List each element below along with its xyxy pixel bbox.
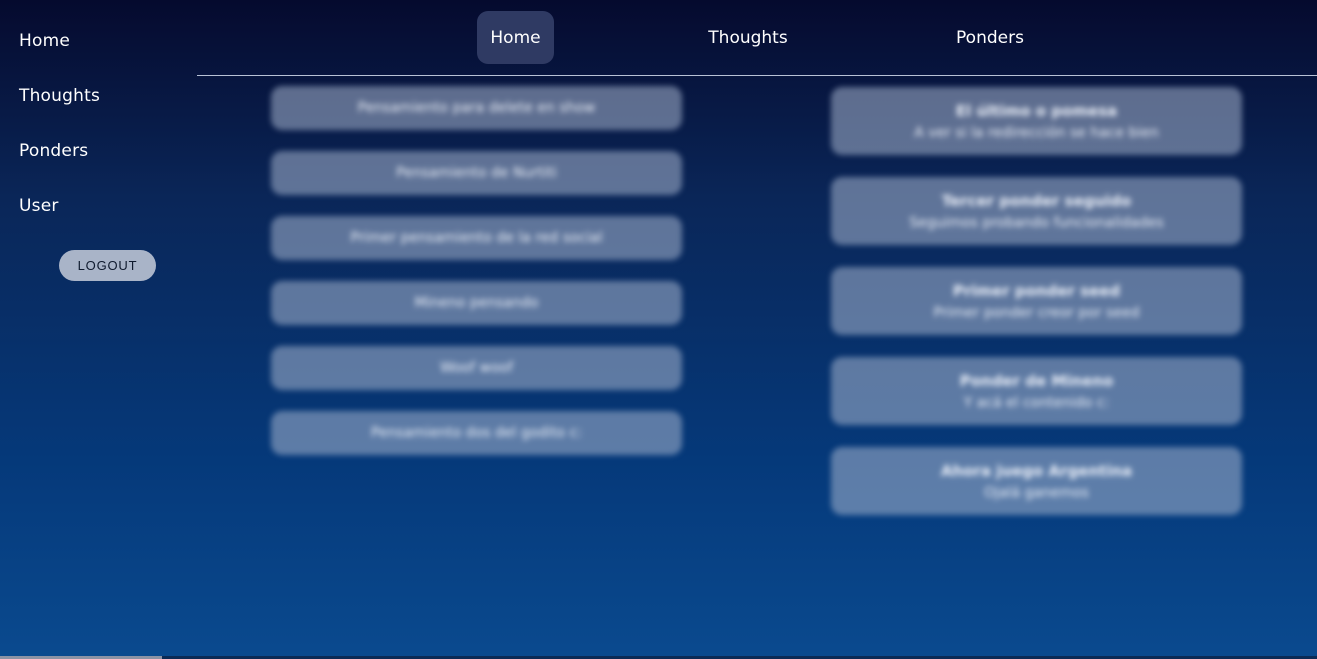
thought-text: Pensamiento para delete en show bbox=[357, 100, 596, 116]
thought-text: Pensamiento dos del godito c: bbox=[370, 425, 582, 441]
ponder-card[interactable]: Primer ponder seed Primer ponder creor p… bbox=[831, 267, 1242, 335]
ponder-card[interactable]: Ponder de Mineno Y acá el contenido c: bbox=[831, 357, 1242, 425]
ponder-title: Ponder de Mineno bbox=[959, 371, 1114, 390]
content-area: Pensamiento para delete en show Pensamie… bbox=[0, 0, 1317, 659]
thought-text: Primer pensamiento de la red social bbox=[350, 230, 603, 246]
thought-text: Pensamiento de Nurtiti bbox=[396, 165, 557, 181]
thought-text: Mineno pensando bbox=[414, 295, 539, 311]
thought-card[interactable]: Mineno pensando bbox=[271, 281, 682, 325]
thought-card[interactable]: Pensamiento para delete en show bbox=[271, 86, 682, 130]
thought-text: Woof woof bbox=[439, 360, 514, 376]
thought-card[interactable]: Woof woof bbox=[271, 346, 682, 390]
thought-card[interactable]: Pensamiento de Nurtiti bbox=[271, 151, 682, 195]
ponder-content: Y acá el contenido c: bbox=[963, 394, 1110, 411]
thought-card[interactable]: Primer pensamiento de la red social bbox=[271, 216, 682, 260]
ponder-card[interactable]: Tercer ponder seguido Seguimos probando … bbox=[831, 177, 1242, 245]
ponder-title: Ahora juego Argentina bbox=[940, 461, 1133, 480]
ponder-card[interactable]: Ahora juego Argentina Ojalá ganemos bbox=[831, 447, 1242, 515]
ponder-title: Tercer ponder seguido bbox=[941, 191, 1132, 210]
ponder-content: Seguimos probando funcionalidades bbox=[909, 214, 1164, 231]
ponder-title: El último o pomesa bbox=[955, 101, 1118, 120]
ponder-card[interactable]: El último o pomesa A ver si la redirecci… bbox=[831, 87, 1242, 155]
ponder-title: Primer ponder seed bbox=[952, 281, 1121, 300]
ponder-content: Ojalá ganemos bbox=[984, 484, 1089, 501]
ponder-content: A ver si la redirección se hace bien bbox=[914, 124, 1159, 141]
thought-card[interactable]: Pensamiento dos del godito c: bbox=[271, 411, 682, 455]
ponder-content: Primer ponder creor por seed bbox=[933, 304, 1140, 321]
